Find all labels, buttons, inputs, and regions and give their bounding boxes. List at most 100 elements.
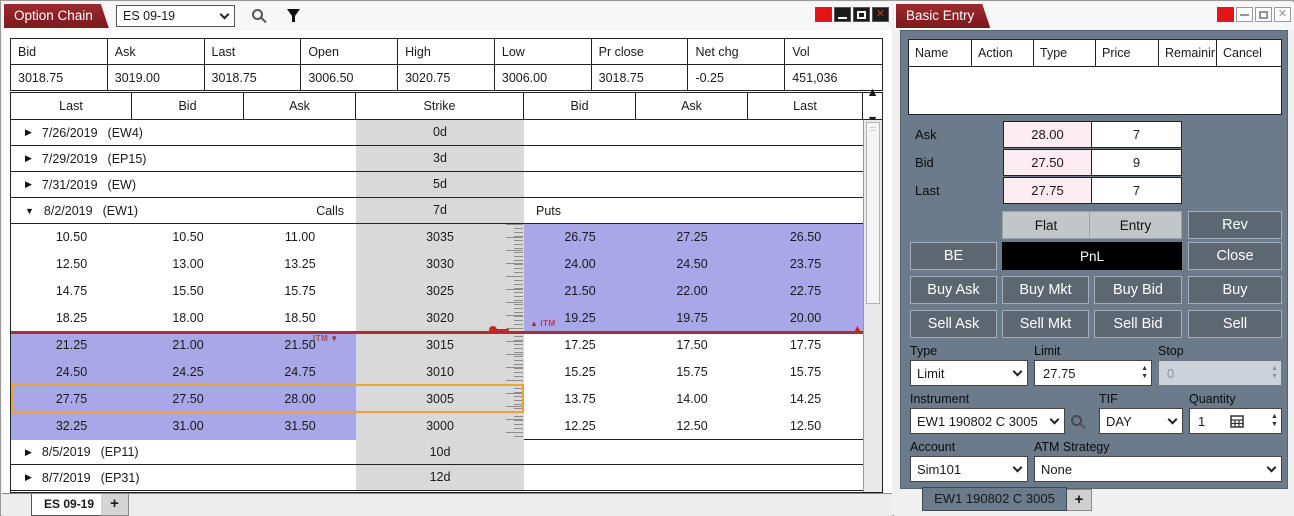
close-button[interactable]: ✕ xyxy=(1274,7,1291,22)
limit-price-field[interactable]: 27.75 ▲ ▼ xyxy=(1034,360,1152,386)
tif-dropdown[interactable]: DAY xyxy=(1099,408,1183,434)
call-ask-cell[interactable]: 31.50 xyxy=(244,413,356,440)
put-bid-cell[interactable]: 24.00 xyxy=(524,251,636,278)
put-bid-cell[interactable]: 15.25 xyxy=(524,359,636,386)
spin-up-icon[interactable]: ▲ xyxy=(866,79,878,105)
call-last-cell[interactable]: 24.50 xyxy=(11,359,132,386)
call-ask-cell[interactable]: 15.75 xyxy=(244,278,356,305)
call-last-cell[interactable]: 27.75 xyxy=(11,386,132,413)
instrument-dropdown[interactable]: EW1 190802 C 3005 xyxy=(910,408,1065,434)
put-last-cell[interactable]: 20.00 xyxy=(748,305,863,332)
put-last-cell[interactable]: 23.75 xyxy=(748,251,863,278)
order-type-dropdown[interactable]: Limit xyxy=(910,360,1028,386)
put-ask-cell[interactable]: 22.00 xyxy=(636,278,748,305)
expand-icon[interactable]: ▶ xyxy=(25,127,32,138)
put-ask-cell[interactable]: 12.50 xyxy=(636,413,748,440)
flat-button[interactable]: Flat xyxy=(1002,211,1090,239)
minimize-button[interactable] xyxy=(1236,7,1253,22)
call-bid-cell[interactable]: 21.00 xyxy=(132,332,244,359)
quantity-field[interactable]: 1 ▲ ▼ xyxy=(1189,408,1282,434)
atm-strategy-dropdown[interactable]: None xyxy=(1034,456,1282,482)
option-chain-title-tab[interactable]: Option Chain xyxy=(4,4,109,28)
put-last-cell[interactable]: 14.25 xyxy=(748,386,863,413)
expand-icon[interactable]: ▶ xyxy=(25,447,32,458)
buy-bid-button[interactable]: Buy Bid xyxy=(1094,276,1182,304)
call-ask-cell[interactable]: 13.25 xyxy=(244,251,356,278)
call-last-cell[interactable]: 14.75 xyxy=(11,278,132,305)
call-bid-cell[interactable]: 24.25 xyxy=(132,359,244,386)
last-price-cell[interactable]: 27.75 xyxy=(1003,177,1092,204)
call-bid-cell[interactable]: 10.50 xyxy=(132,224,244,251)
call-last-cell[interactable]: 32.25 xyxy=(11,413,132,440)
put-last-cell[interactable]: 12.50 xyxy=(748,413,863,440)
put-last-cell[interactable]: 22.75 xyxy=(748,278,863,305)
call-bid-cell[interactable]: 13.00 xyxy=(132,251,244,278)
reverse-button[interactable]: Rev xyxy=(1188,211,1282,239)
expiry-row-8-2-expanded[interactable]: ▼ 8/2/2019 (EW1) Calls 7d Puts xyxy=(11,198,863,224)
call-ask-cell[interactable]: 24.75 xyxy=(244,359,356,386)
tab-es-09-19[interactable]: ES 09-19 xyxy=(31,494,107,516)
sell-ask-button[interactable]: Sell Ask xyxy=(910,310,997,338)
call-bid-cell[interactable]: 15.50 xyxy=(132,278,244,305)
put-ask-cell[interactable]: 24.50 xyxy=(636,251,748,278)
instrument-selector[interactable]: ES 09-19 xyxy=(116,5,235,27)
sell-mkt-button[interactable]: Sell Mkt xyxy=(1002,310,1089,338)
close-button[interactable]: ✕ xyxy=(872,7,889,22)
add-tab-button[interactable]: + xyxy=(101,494,129,516)
put-last-cell[interactable]: 17.75 xyxy=(748,332,863,359)
spin-up-icon[interactable]: ▲ xyxy=(1141,366,1148,372)
filter-icon[interactable] xyxy=(286,8,301,24)
put-ask-cell[interactable]: 19.75 xyxy=(636,305,748,332)
call-last-cell[interactable]: 12.50 xyxy=(11,251,132,278)
buy-ask-button[interactable]: Buy Ask xyxy=(910,276,997,304)
call-last-cell[interactable]: 18.25 xyxy=(11,305,132,332)
window-color-button[interactable] xyxy=(1217,7,1234,22)
header-spinner[interactable]: ▲ ▼ xyxy=(863,93,882,119)
expand-icon[interactable]: ▶ xyxy=(25,472,32,483)
call-last-cell[interactable]: 21.25 xyxy=(11,332,132,359)
maximize-button[interactable] xyxy=(1255,7,1272,22)
sell-button[interactable]: Sell xyxy=(1188,310,1282,338)
scrollbar-thumb[interactable] xyxy=(866,122,880,304)
call-last-cell[interactable]: 10.50 xyxy=(11,224,132,251)
close-position-button[interactable]: Close xyxy=(1188,242,1282,270)
put-last-cell[interactable]: 15.75 xyxy=(748,359,863,386)
put-ask-cell[interactable]: 15.75 xyxy=(636,359,748,386)
window-color-button[interactable] xyxy=(815,7,832,22)
instrument-search-icon[interactable] xyxy=(1071,415,1082,426)
expand-icon[interactable]: ▶ xyxy=(25,179,32,190)
call-ask-cell[interactable]: 28.00 xyxy=(244,386,356,413)
call-bid-cell[interactable]: 31.00 xyxy=(132,413,244,440)
spin-up-icon[interactable]: ▲ xyxy=(1271,414,1278,420)
buy-button[interactable]: Buy xyxy=(1188,276,1282,304)
spin-down-icon[interactable]: ▼ xyxy=(1271,422,1278,428)
entry-button[interactable]: Entry xyxy=(1089,211,1182,239)
expiry-row-7-29[interactable]: ▶ 7/29/2019 (EP15) 3d xyxy=(11,146,863,172)
call-bid-cell[interactable]: 27.50 xyxy=(132,386,244,413)
put-ask-cell[interactable]: 27.25 xyxy=(636,224,748,251)
put-ask-cell[interactable]: 17.50 xyxy=(636,332,748,359)
maximize-button[interactable] xyxy=(853,7,870,22)
put-bid-cell[interactable]: 13.75 xyxy=(524,386,636,413)
basic-entry-title-tab[interactable]: Basic Entry xyxy=(896,4,990,28)
bid-price-cell[interactable]: 27.50 xyxy=(1003,149,1092,176)
minimize-button[interactable] xyxy=(834,7,851,22)
breakeven-button[interactable]: BE xyxy=(910,242,997,270)
put-bid-cell[interactable]: 12.25 xyxy=(524,413,636,440)
put-ask-cell[interactable]: 14.00 xyxy=(636,386,748,413)
tab-ew1-190802-c-3005[interactable]: EW1 190802 C 3005 xyxy=(922,487,1067,511)
spin-down-icon[interactable]: ▼ xyxy=(1141,374,1148,380)
sell-bid-button[interactable]: Sell Bid xyxy=(1094,310,1182,338)
calculator-icon[interactable] xyxy=(1230,415,1244,428)
put-bid-cell[interactable]: 26.75 xyxy=(524,224,636,251)
account-dropdown[interactable]: Sim101 xyxy=(910,456,1028,482)
expand-icon[interactable]: ▶ xyxy=(25,153,32,164)
add-tab-button[interactable]: + xyxy=(1067,489,1092,511)
ask-price-cell[interactable]: 28.00 xyxy=(1003,121,1092,148)
expiry-row-7-26[interactable]: ▶ 7/26/2019 (EW4) 0d xyxy=(11,120,863,146)
put-bid-cell[interactable]: 21.50 xyxy=(524,278,636,305)
expiry-row-8-7[interactable]: ▶ 8/7/2019 (EP31) 12d xyxy=(11,465,863,491)
call-ask-cell[interactable]: 21.50 xyxy=(244,332,356,359)
call-bid-cell[interactable]: 18.00 xyxy=(132,305,244,332)
put-bid-cell[interactable]: 17.25 xyxy=(524,332,636,359)
